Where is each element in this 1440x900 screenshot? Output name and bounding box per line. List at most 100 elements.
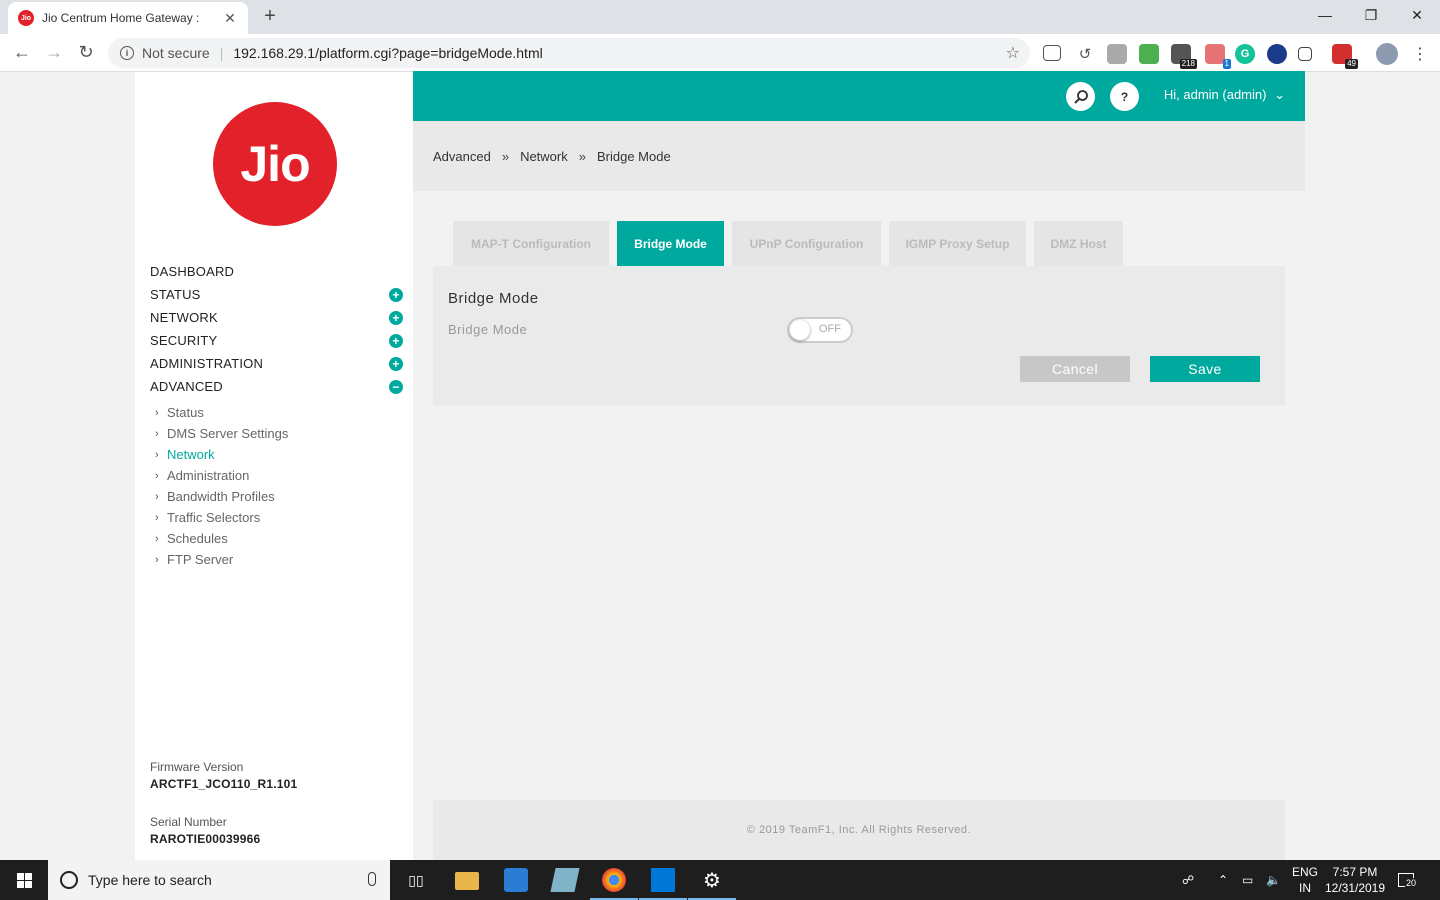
- back-arrow-icon[interactable]: ←: [10, 42, 34, 62]
- volume-icon[interactable]: 🔈: [1266, 860, 1281, 900]
- collapse-minus-icon[interactable]: −: [389, 379, 403, 394]
- sidebar-item-status[interactable]: STATUS +: [150, 283, 403, 306]
- submenu-item-label: Administration: [167, 468, 250, 483]
- notes-app-icon[interactable]: [550, 868, 580, 892]
- jio-logo[interactable]: Jio: [213, 102, 337, 226]
- expand-plus-icon[interactable]: +: [389, 287, 403, 302]
- url-text[interactable]: 192.168.29.1/platform.cgi?page=bridgeMod…: [233, 45, 542, 61]
- language-code: ENG: [1291, 865, 1318, 879]
- cortana-icon: [60, 871, 78, 889]
- minimize-icon[interactable]: —: [1302, 4, 1348, 26]
- serial-label: Serial Number: [150, 815, 227, 829]
- breadcrumb: Advanced » Network » Bridge Mode: [413, 121, 1305, 191]
- submenu-item-schedules[interactable]: › Schedules: [155, 528, 395, 549]
- network-icon[interactable]: ▭: [1242, 860, 1253, 900]
- submenu-item-dms-server-settings[interactable]: › DMS Server Settings: [155, 423, 395, 444]
- people-icon[interactable]: ☍: [1182, 860, 1194, 900]
- taskbar-clock[interactable]: 7:57 PM 12/31/2019: [1318, 864, 1392, 896]
- extension-counter-icon[interactable]: 218: [1171, 44, 1197, 69]
- taskbar-search-box[interactable]: Type here to search: [48, 860, 390, 900]
- submenu-item-ftp-server[interactable]: › FTP Server: [155, 549, 395, 570]
- sidebar-item-label: STATUS: [150, 287, 201, 302]
- info-icon[interactable]: i: [120, 46, 134, 60]
- reload-icon[interactable]: ↻: [74, 42, 98, 62]
- windows-start-button[interactable]: [0, 860, 48, 900]
- chevron-right-icon: ›: [155, 553, 159, 566]
- edge-app-icon[interactable]: [639, 868, 687, 900]
- chevron-right-icon: ›: [155, 406, 159, 419]
- copyright-text: © 2019 TeamF1, Inc. All Rights Reserved.: [746, 824, 972, 836]
- tab-dmz-host[interactable]: DMZ Host: [1034, 221, 1123, 266]
- sidebar-item-label: SECURITY: [150, 333, 218, 348]
- extension-badge: 218: [1179, 59, 1197, 69]
- chrome-icon[interactable]: [590, 868, 638, 900]
- sidebar-item-dashboard[interactable]: DASHBOARD: [150, 260, 403, 283]
- submenu-item-label: Network: [167, 447, 215, 462]
- help-icon[interactable]: ?: [1110, 82, 1139, 111]
- breadcrumb-item-network[interactable]: Network: [520, 149, 568, 164]
- tab-bridge-mode[interactable]: Bridge Mode: [617, 221, 724, 266]
- panel-title: Bridge Mode: [448, 290, 539, 307]
- submenu-item-status[interactable]: › Status: [155, 402, 395, 423]
- extension-red-icon[interactable]: 49: [1332, 44, 1358, 69]
- grammarly-icon[interactable]: G: [1235, 44, 1255, 64]
- expand-plus-icon[interactable]: +: [389, 310, 403, 325]
- tab-close-icon[interactable]: ✕: [222, 10, 238, 27]
- window-close-icon[interactable]: ✕: [1394, 4, 1440, 26]
- menu-kebab-icon[interactable]: ⋮: [1410, 44, 1430, 64]
- search-icon[interactable]: [1066, 82, 1095, 111]
- submenu-item-label: Status: [167, 405, 204, 420]
- bookmark-star-icon[interactable]: ☆: [1006, 43, 1020, 63]
- submenu-item-network[interactable]: › Network: [155, 444, 395, 465]
- sidebar-item-advanced[interactable]: ADVANCED −: [150, 375, 403, 398]
- language-indicator[interactable]: ENG IN: [1290, 864, 1320, 896]
- submenu-item-administration[interactable]: › Administration: [155, 465, 395, 486]
- extension-puzzle-icon[interactable]: 1: [1205, 44, 1231, 69]
- submenu-item-traffic-selectors[interactable]: › Traffic Selectors: [155, 507, 395, 528]
- extension-green-icon[interactable]: [1139, 44, 1159, 64]
- address-bar[interactable]: i Not secure | 192.168.29.1/platform.cgi…: [108, 38, 1030, 68]
- expand-plus-icon[interactable]: +: [389, 333, 403, 348]
- task-view-icon[interactable]: ▯▯: [404, 868, 428, 892]
- save-button[interactable]: Save: [1150, 356, 1260, 382]
- chevron-right-icon: ›: [155, 532, 159, 545]
- firmware-label: Firmware Version: [150, 760, 244, 774]
- profile-avatar[interactable]: [1376, 43, 1398, 65]
- browser-tab[interactable]: Jio Jio Centrum Home Gateway : ✕: [8, 2, 248, 34]
- breadcrumb-item-advanced[interactable]: Advanced: [433, 149, 491, 164]
- sidebar-item-label: ADVANCED: [150, 379, 223, 394]
- windows-logo-icon: [16, 872, 32, 888]
- submenu-item-bandwidth-profiles[interactable]: › Bandwidth Profiles: [155, 486, 395, 507]
- restore-icon[interactable]: ❐: [1348, 4, 1394, 26]
- tab-igmp-proxy-setup[interactable]: IGMP Proxy Setup: [889, 221, 1026, 266]
- microphone-icon[interactable]: [368, 872, 376, 886]
- submenu-item-label: FTP Server: [167, 552, 234, 567]
- extension-icon[interactable]: [1107, 44, 1127, 64]
- sidebar-item-administration[interactable]: ADMINISTRATION +: [150, 352, 403, 375]
- chevron-right-icon: ›: [155, 511, 159, 524]
- extension-globe-icon[interactable]: [1267, 44, 1287, 64]
- forward-arrow-icon[interactable]: →: [42, 42, 66, 62]
- user-menu[interactable]: Hi, admin (admin) ⌄: [1164, 87, 1285, 103]
- bridge-mode-toggle[interactable]: OFF: [787, 317, 853, 343]
- breadcrumb-separator: »: [578, 148, 586, 164]
- sidebar-item-network[interactable]: NETWORK +: [150, 306, 403, 329]
- expand-plus-icon[interactable]: +: [389, 356, 403, 371]
- tab-map-t-configuration[interactable]: MAP-T Configuration: [453, 221, 609, 266]
- tray-chevron-up-icon[interactable]: ⌃: [1218, 860, 1228, 900]
- sidebar-item-security[interactable]: SECURITY +: [150, 329, 403, 352]
- store-icon[interactable]: [504, 868, 528, 892]
- history-icon[interactable]: ↺: [1075, 44, 1095, 64]
- new-tab-button[interactable]: +: [258, 5, 282, 28]
- submenu-item-label: Traffic Selectors: [167, 510, 261, 525]
- pocket-icon[interactable]: [1043, 45, 1061, 61]
- copy-icon[interactable]: [1298, 47, 1312, 61]
- chevron-down-icon: ⌄: [1274, 87, 1285, 102]
- tab-upnp-configuration[interactable]: UPnP Configuration: [732, 221, 881, 266]
- file-explorer-icon[interactable]: [455, 872, 479, 890]
- cancel-button[interactable]: Cancel: [1020, 356, 1130, 382]
- action-center-icon[interactable]: 20: [1398, 860, 1418, 900]
- toggle-knob: [790, 320, 810, 340]
- clock-date: 12/31/2019: [1324, 881, 1386, 895]
- settings-gear-icon[interactable]: ⚙: [688, 868, 736, 900]
